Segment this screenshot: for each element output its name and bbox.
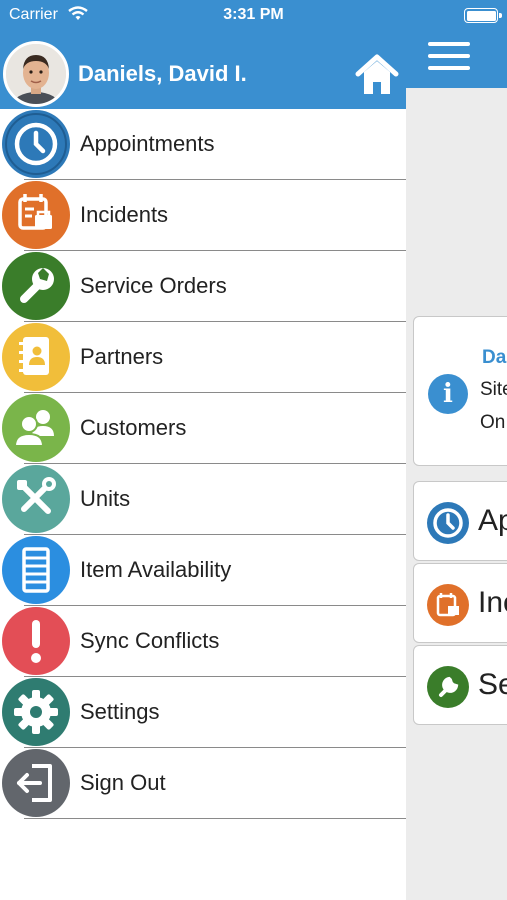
tile-label: Ap	[478, 504, 507, 537]
home-icon[interactable]	[354, 52, 400, 98]
calendar-icon	[2, 181, 70, 249]
menu-item-item-availability[interactable]: Item Availability	[0, 535, 406, 606]
info-card-line-2: On	[480, 412, 506, 433]
menu-item-label: Incidents	[80, 202, 169, 227]
status-bar: Carrier 3:31 PM	[0, 0, 507, 32]
info-card-title: Da	[482, 347, 507, 368]
sign-out-icon	[2, 749, 70, 817]
menu-item-customers[interactable]: Customers	[0, 393, 406, 464]
info-card-line-1: Site	[480, 379, 507, 400]
clock-icon	[427, 502, 469, 544]
users-icon	[2, 394, 70, 462]
wrench-icon	[427, 666, 469, 708]
wrench-icon	[2, 252, 70, 320]
menu-item-service-orders[interactable]: Service Orders	[0, 251, 406, 322]
hamburger-menu-icon[interactable]	[428, 42, 470, 74]
calendar-icon	[427, 584, 469, 626]
tile-label: Inc	[478, 586, 507, 619]
user-name: Daniels, David I.	[78, 61, 247, 86]
menu-item-appointments[interactable]: Appointments	[0, 109, 406, 180]
tools-icon	[2, 465, 70, 533]
menu-item-sign-out[interactable]: Sign Out	[0, 748, 406, 819]
list-icon	[2, 536, 70, 604]
battery-icon	[464, 8, 502, 23]
avatar[interactable]	[3, 41, 69, 107]
side-menu-drawer: Daniels, David I. Appointments Incidents	[0, 0, 406, 900]
menu-item-partners[interactable]: Partners	[0, 322, 406, 393]
info-card[interactable]: i Da Site On	[413, 316, 507, 466]
tile-service-orders[interactable]: Se	[413, 645, 507, 725]
menu-item-label: Sign Out	[80, 770, 166, 795]
menu-item-label: Appointments	[80, 131, 215, 156]
menu-item-label: Customers	[80, 415, 187, 440]
info-icon: i	[428, 374, 468, 414]
tile-incidents[interactable]: Inc	[413, 563, 507, 643]
menu-item-label: Units	[80, 486, 131, 511]
menu-item-sync-conflicts[interactable]: Sync Conflicts	[0, 606, 406, 677]
tile-label: Se	[478, 668, 507, 701]
menu-item-settings[interactable]: Settings	[0, 677, 406, 748]
menu-item-label: Item Availability	[80, 557, 232, 582]
tile-appointments[interactable]: Ap	[413, 481, 507, 561]
side-menu-list: Appointments Incidents Service Orders Pa…	[0, 109, 406, 819]
menu-item-label: Settings	[80, 699, 160, 724]
clock-time: 3:31 PM	[223, 6, 284, 23]
clock-icon	[2, 110, 70, 178]
menu-item-label: Service Orders	[80, 273, 227, 298]
menu-item-incidents[interactable]: Incidents	[0, 180, 406, 251]
exclamation-icon	[2, 607, 70, 675]
menu-item-label: Sync Conflicts	[80, 628, 220, 653]
menu-item-units[interactable]: Units	[0, 464, 406, 535]
address-book-icon	[2, 323, 70, 391]
gear-icon	[2, 678, 70, 746]
divider	[24, 817, 406, 819]
menu-item-label: Partners	[80, 344, 164, 369]
